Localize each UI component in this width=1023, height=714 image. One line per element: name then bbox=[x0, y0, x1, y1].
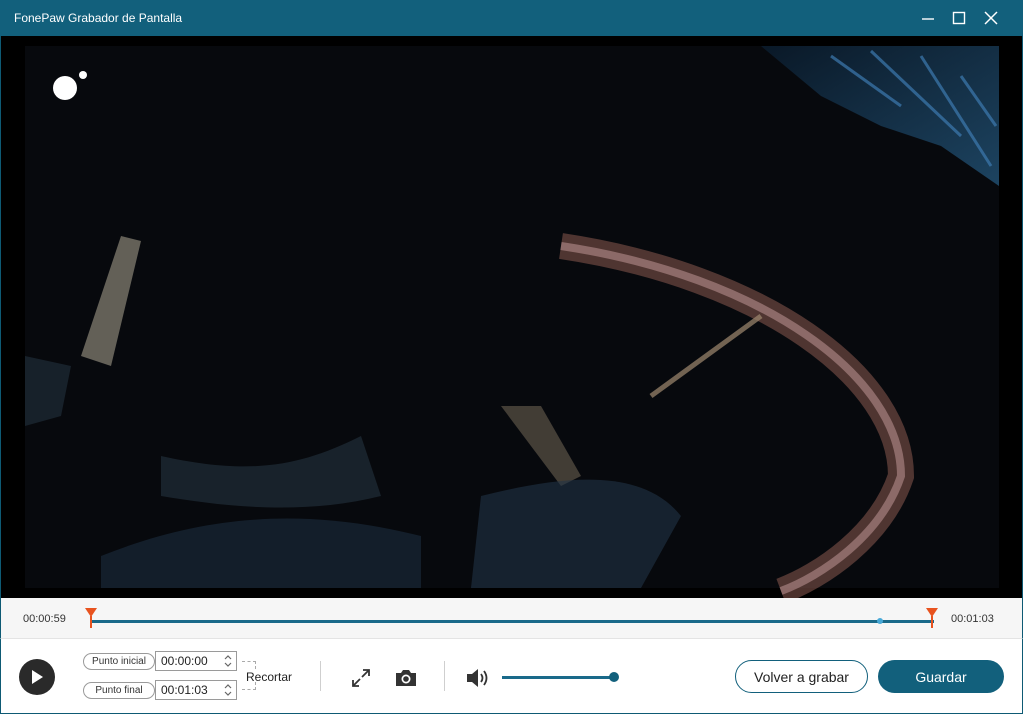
rerecord-button[interactable]: Volver a grabar bbox=[735, 660, 868, 693]
title-bar: FonePaw Grabador de Pantalla bbox=[0, 0, 1023, 36]
play-button[interactable] bbox=[19, 659, 55, 695]
minimize-icon bbox=[922, 18, 934, 20]
current-time: 00:00:59 bbox=[23, 613, 66, 625]
end-point-stepper[interactable] bbox=[222, 682, 234, 698]
start-point-label: Punto inicial bbox=[83, 653, 155, 670]
maximize-button[interactable] bbox=[943, 4, 975, 32]
start-point-stepper[interactable] bbox=[222, 653, 234, 669]
timeline-track[interactable] bbox=[90, 620, 934, 623]
trim-start-marker[interactable] bbox=[85, 608, 97, 628]
camera-icon bbox=[396, 670, 416, 686]
chevron-up-down-icon bbox=[224, 684, 232, 696]
play-icon bbox=[32, 670, 43, 684]
divider bbox=[444, 661, 445, 691]
trim-end-marker[interactable] bbox=[926, 608, 938, 628]
dots-logo-icon bbox=[51, 70, 91, 104]
volume-button[interactable] bbox=[465, 666, 491, 690]
volume-slider-handle[interactable] bbox=[609, 672, 619, 682]
video-preview[interactable] bbox=[0, 36, 1023, 598]
maximize-icon bbox=[952, 11, 966, 25]
timeline-bar: 00:00:59 00:01:03 bbox=[0, 598, 1023, 638]
end-point-label: Punto final bbox=[83, 682, 155, 699]
playhead[interactable] bbox=[876, 618, 883, 624]
screenshot-button[interactable] bbox=[393, 667, 419, 689]
control-bar: Punto inicial Punto final Recortar bbox=[0, 638, 1023, 714]
volume-icon bbox=[467, 669, 488, 687]
trim-button[interactable]: Recortar bbox=[246, 670, 292, 684]
save-button[interactable]: Guardar bbox=[878, 660, 1004, 693]
divider bbox=[320, 661, 321, 691]
chevron-up-down-icon bbox=[224, 655, 232, 667]
window-title: FonePaw Grabador de Pantalla bbox=[14, 11, 183, 25]
total-time: 00:01:03 bbox=[951, 613, 994, 625]
close-icon bbox=[984, 11, 998, 25]
fullscreen-button[interactable] bbox=[350, 667, 372, 689]
minimize-button[interactable] bbox=[912, 4, 944, 32]
close-button[interactable] bbox=[975, 4, 1007, 32]
video-frame-image bbox=[1, 36, 1022, 598]
volume-slider-track[interactable] bbox=[502, 676, 614, 679]
trim-bracket-top bbox=[242, 661, 256, 669]
expand-icon bbox=[352, 669, 370, 687]
